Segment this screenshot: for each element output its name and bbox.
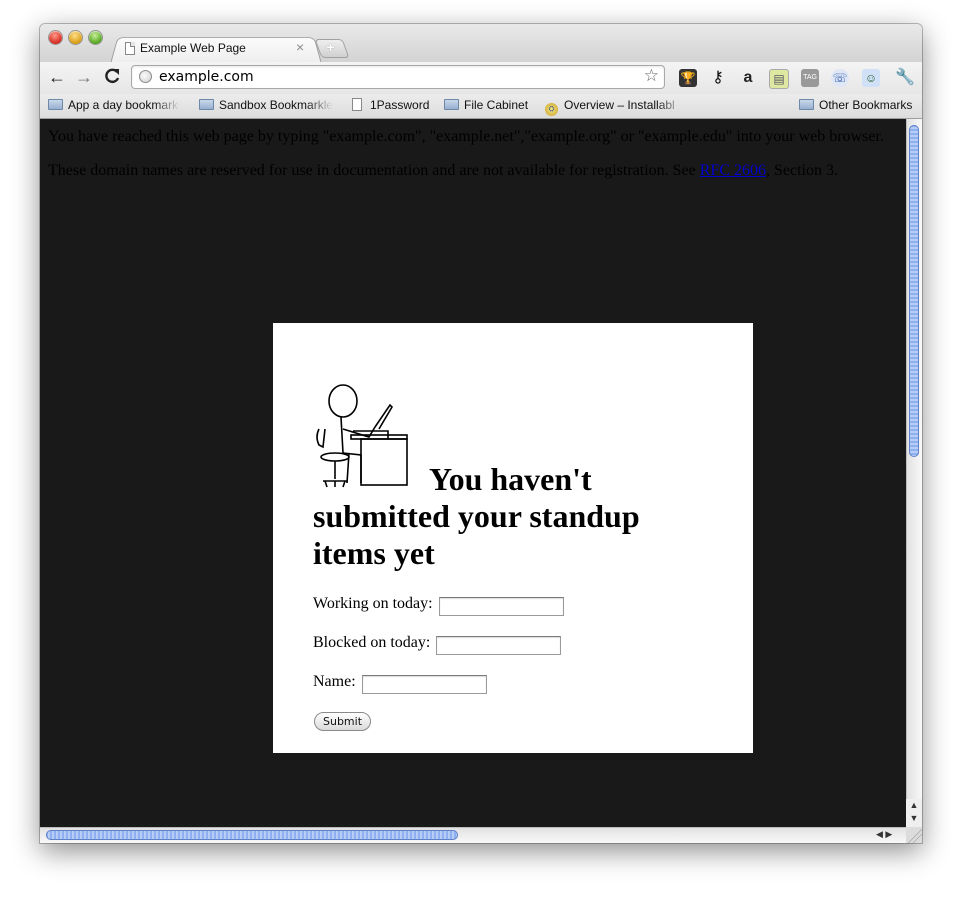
bookmark-label: File Cabinet xyxy=(464,98,529,112)
horizontal-scroll-arrows[interactable]: ◀ ▶ xyxy=(876,829,892,840)
working-on-field-row: Working on today: xyxy=(313,595,564,616)
tab-close-icon[interactable]: × xyxy=(296,39,304,55)
zoom-window-button[interactable] xyxy=(89,31,102,44)
plus-icon: + xyxy=(326,39,335,55)
bookmark-overview[interactable]: ⛭ Overview – Installabl xyxy=(545,98,685,116)
bookmark-star-icon[interactable]: ☆ xyxy=(644,66,659,86)
vertical-scroll-arrows[interactable]: ▲ ▼ xyxy=(906,799,922,827)
tag-icon[interactable]: TAG xyxy=(801,69,819,87)
note-icon[interactable]: ▤ xyxy=(769,69,789,89)
trophy-icon[interactable]: 🏆 xyxy=(679,69,697,87)
page-viewport: You have reached this web page by typing… xyxy=(40,119,906,827)
rfc-text-before: These domain names are reserved for use … xyxy=(48,162,700,179)
key-icon[interactable]: ⚷ xyxy=(709,69,727,87)
other-bookmarks[interactable]: Other Bookmarks xyxy=(799,98,912,112)
bookmark-sandbox[interactable]: Sandbox Bookmarkle xyxy=(199,98,333,112)
blocked-on-label: Blocked on today: xyxy=(313,634,431,651)
vertical-scrollbar[interactable] xyxy=(906,119,922,827)
bookmark-file-cabinet[interactable]: File Cabinet xyxy=(444,98,528,112)
page-icon xyxy=(125,42,135,55)
url-input[interactable] xyxy=(159,69,629,85)
chat-icon[interactable]: ☏ xyxy=(831,69,849,87)
tab-example-web-page[interactable]: Example Web Page × xyxy=(110,35,322,64)
bookmark-app-a-day[interactable]: App a day bookmark xyxy=(48,98,180,112)
working-on-input[interactable] xyxy=(438,597,564,616)
page-icon xyxy=(352,98,362,111)
modal-heading: You haven't submitted your standup items… xyxy=(313,461,713,572)
reload-icon[interactable] xyxy=(104,67,120,89)
address-bar[interactable]: ☆ xyxy=(131,65,665,89)
intro-paragraph: You have reached this web page by typing… xyxy=(48,128,884,145)
tab-title: Example Web Page xyxy=(140,41,246,55)
new-tab-button[interactable]: + xyxy=(314,39,350,58)
title-bar: Example Web Page × + xyxy=(40,24,922,64)
rfc-paragraph: These domain names are reserved for use … xyxy=(48,162,838,180)
rfc-text-after: , Section 3. xyxy=(766,162,838,179)
name-label: Name: xyxy=(313,673,356,690)
bookmark-label: 1Password xyxy=(370,98,430,112)
name-field-row: Name: xyxy=(313,673,487,694)
folder-icon xyxy=(444,99,459,110)
back-arrow-icon[interactable]: ← xyxy=(48,67,66,87)
horizontal-scrollbar[interactable] xyxy=(40,827,906,843)
blocked-on-input[interactable] xyxy=(436,636,562,655)
modal-heading-text: You haven't submitted your standup items… xyxy=(313,461,640,571)
bookmark-label: App a day bookmark xyxy=(68,98,179,112)
submit-button[interactable]: Submit xyxy=(314,712,372,731)
vertical-scroll-thumb[interactable] xyxy=(909,125,919,457)
bookmark-label: Overview – Installabl xyxy=(564,98,675,112)
folder-icon xyxy=(799,99,814,110)
bookmark-1password[interactable]: 1Password xyxy=(352,98,429,112)
folder-icon xyxy=(48,99,63,110)
wrench-icon[interactable]: 🔧 xyxy=(895,69,915,87)
horizontal-scroll-thumb[interactable] xyxy=(46,830,458,840)
standup-modal: You haven't submitted your standup items… xyxy=(273,323,753,753)
ghost-icon[interactable]: ☺ xyxy=(862,69,880,87)
other-bookmarks-label: Other Bookmarks xyxy=(819,98,913,112)
reload-icon-graphic xyxy=(105,68,120,84)
resize-grip-icon[interactable] xyxy=(906,827,922,843)
close-window-button[interactable] xyxy=(49,31,62,44)
rfc-2606-link[interactable]: RFC 2606 xyxy=(700,162,766,179)
bookmark-label: Sandbox Bookmarkle xyxy=(219,98,333,112)
amazon-icon[interactable]: a xyxy=(739,69,757,87)
bookmarks-bar: App a day bookmark Sandbox Bookmarkle 1P… xyxy=(40,94,922,119)
working-on-label: Working on today: xyxy=(313,595,433,612)
folder-icon xyxy=(199,99,214,110)
toolbar: ← → ☆ 🏆 ⚷ a ▤ TAG ☏ ☺ 🔧 xyxy=(40,62,922,94)
coin-icon: ⛭ xyxy=(545,103,558,116)
globe-icon xyxy=(139,70,152,83)
name-input[interactable] xyxy=(361,675,487,694)
blocked-on-field-row: Blocked on today: xyxy=(313,634,562,655)
forward-arrow-icon[interactable]: → xyxy=(75,67,93,87)
browser-window: Example Web Page × + ← → ☆ 🏆 ⚷ a ▤ TAG ☏… xyxy=(40,24,922,843)
minimize-window-button[interactable] xyxy=(69,31,82,44)
